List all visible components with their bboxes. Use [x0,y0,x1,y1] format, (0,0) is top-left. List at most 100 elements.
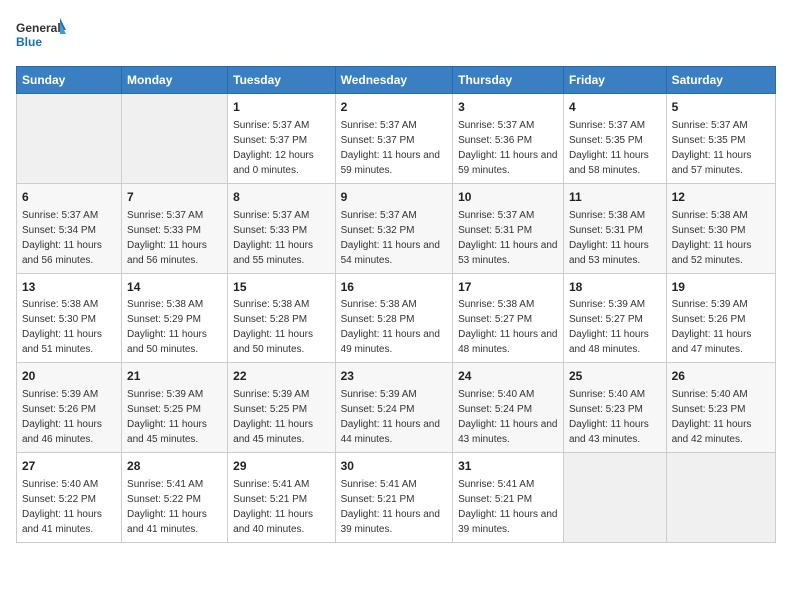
day-info: Sunrise: 5:37 AMSunset: 5:34 PMDaylight:… [22,208,116,268]
calendar-cell: 23 Sunrise: 5:39 AMSunset: 5:24 PMDayligh… [335,363,453,453]
calendar-cell: 15Sunrise: 5:38 AMSunset: 5:28 PMDayligh… [228,273,335,363]
day-number: 8 [233,189,329,206]
day-info: Sunrise: 5:37 AMSunset: 5:33 PMDaylight:… [233,208,329,268]
day-header-thursday: Thursday [453,67,564,94]
day-number: 16 [341,279,448,296]
day-number: 18 [569,279,661,296]
day-number: 4 [569,99,661,116]
day-header-friday: Friday [563,67,666,94]
calendar-cell: 26 Sunrise: 5:40 AMSunset: 5:23 PMDayligh… [666,363,775,453]
day-info: Sunrise: 5:40 AMSunset: 5:23 PMDaylight:… [672,387,770,447]
page-container: General Blue SundayMondayTuesdayWednesda… [0,0,792,553]
calendar-cell: 14Sunrise: 5:38 AMSunset: 5:29 PMDayligh… [122,273,228,363]
day-info: Sunrise: 5:38 AMSunset: 5:28 PMDaylight:… [341,297,448,357]
calendar-table: SundayMondayTuesdayWednesdayThursdayFrid… [16,66,776,543]
calendar-cell: 31 Sunrise: 5:41 AMSunset: 5:21 PMDayligh… [453,453,564,543]
day-number: 9 [341,189,448,206]
calendar-cell: 30 Sunrise: 5:41 AMSunset: 5:21 PMDayligh… [335,453,453,543]
calendar-header-row: SundayMondayTuesdayWednesdayThursdayFrid… [17,67,776,94]
day-info: Sunrise: 5:38 AMSunset: 5:29 PMDaylight:… [127,297,222,357]
day-header-wednesday: Wednesday [335,67,453,94]
day-info: Sunrise: 5:39 AMSunset: 5:25 PMDaylight:… [127,387,222,447]
calendar-cell: 9 Sunrise: 5:37 AMSunset: 5:32 PMDaylight… [335,183,453,273]
calendar-cell [563,453,666,543]
day-number: 22 [233,368,329,385]
calendar-cell: 10 Sunrise: 5:37 AMSunset: 5:31 PMDayligh… [453,183,564,273]
day-info: Sunrise: 5:39 AMSunset: 5:25 PMDaylight:… [233,387,329,447]
day-info: Sunrise: 5:38 AMSunset: 5:30 PMDaylight:… [22,297,116,357]
svg-text:Blue: Blue [16,35,42,49]
day-number: 15 [233,279,329,296]
week-row-1: 1 Sunrise: 5:37 AMSunset: 5:37 PMDaylight… [17,94,776,184]
calendar-cell: 8 Sunrise: 5:37 AMSunset: 5:33 PMDaylight… [228,183,335,273]
day-info: Sunrise: 5:37 AMSunset: 5:37 PMDaylight:… [233,118,329,178]
calendar-cell: 11Sunrise: 5:38 AMSunset: 5:31 PMDayligh… [563,183,666,273]
day-number: 30 [341,458,448,475]
calendar-cell: 27Sunrise: 5:40 AMSunset: 5:22 PMDayligh… [17,453,122,543]
day-info: Sunrise: 5:39 AMSunset: 5:26 PMDaylight:… [22,387,116,447]
calendar-cell: 4Sunrise: 5:37 AMSunset: 5:35 PMDaylight… [563,94,666,184]
day-info: Sunrise: 5:41 AMSunset: 5:22 PMDaylight:… [127,477,222,537]
day-number: 25 [569,368,661,385]
day-info: Sunrise: 5:37 AMSunset: 5:35 PMDaylight:… [672,118,770,178]
day-info: Sunrise: 5:39 AMSunset: 5:24 PMDaylight:… [341,387,448,447]
week-row-5: 27Sunrise: 5:40 AMSunset: 5:22 PMDayligh… [17,453,776,543]
day-number: 17 [458,279,558,296]
day-info: Sunrise: 5:40 AMSunset: 5:22 PMDaylight:… [22,477,116,537]
day-number: 1 [233,99,329,116]
day-number: 7 [127,189,222,206]
day-header-saturday: Saturday [666,67,775,94]
day-info: Sunrise: 5:37 AMSunset: 5:33 PMDaylight:… [127,208,222,268]
calendar-cell [666,453,775,543]
calendar-cell: 21 Sunrise: 5:39 AMSunset: 5:25 PMDayligh… [122,363,228,453]
day-info: Sunrise: 5:41 AMSunset: 5:21 PMDaylight:… [233,477,329,537]
logo: General Blue [16,16,66,54]
day-info: Sunrise: 5:38 AMSunset: 5:27 PMDaylight:… [458,297,558,357]
day-number: 31 [458,458,558,475]
day-info: Sunrise: 5:37 AMSunset: 5:36 PMDaylight:… [458,118,558,178]
day-header-monday: Monday [122,67,228,94]
week-row-3: 13Sunrise: 5:38 AMSunset: 5:30 PMDayligh… [17,273,776,363]
day-number: 20 [22,368,116,385]
day-info: Sunrise: 5:37 AMSunset: 5:31 PMDaylight:… [458,208,558,268]
calendar-cell: 28Sunrise: 5:41 AMSunset: 5:22 PMDayligh… [122,453,228,543]
calendar-cell [122,94,228,184]
day-number: 13 [22,279,116,296]
day-number: 21 [127,368,222,385]
calendar-cell: 29 Sunrise: 5:41 AMSunset: 5:21 PMDayligh… [228,453,335,543]
day-number: 29 [233,458,329,475]
day-number: 23 [341,368,448,385]
day-info: Sunrise: 5:40 AMSunset: 5:23 PMDaylight:… [569,387,661,447]
day-number: 24 [458,368,558,385]
calendar-cell: 22 Sunrise: 5:39 AMSunset: 5:25 PMDayligh… [228,363,335,453]
day-info: Sunrise: 5:38 AMSunset: 5:31 PMDaylight:… [569,208,661,268]
calendar-cell: 1 Sunrise: 5:37 AMSunset: 5:37 PMDaylight… [228,94,335,184]
header: General Blue [16,16,776,54]
day-info: Sunrise: 5:40 AMSunset: 5:24 PMDaylight:… [458,387,558,447]
day-info: Sunrise: 5:38 AMSunset: 5:28 PMDaylight:… [233,297,329,357]
day-number: 19 [672,279,770,296]
day-info: Sunrise: 5:39 AMSunset: 5:26 PMDaylight:… [672,297,770,357]
calendar-cell: 17Sunrise: 5:38 AMSunset: 5:27 PMDayligh… [453,273,564,363]
calendar-cell: 25 Sunrise: 5:40 AMSunset: 5:23 PMDayligh… [563,363,666,453]
day-info: Sunrise: 5:37 AMSunset: 5:37 PMDaylight:… [341,118,448,178]
calendar-cell: 19Sunrise: 5:39 AMSunset: 5:26 PMDayligh… [666,273,775,363]
day-info: Sunrise: 5:39 AMSunset: 5:27 PMDaylight:… [569,297,661,357]
day-number: 26 [672,368,770,385]
day-number: 14 [127,279,222,296]
day-number: 5 [672,99,770,116]
calendar-cell [17,94,122,184]
day-number: 10 [458,189,558,206]
day-info: Sunrise: 5:37 AMSunset: 5:32 PMDaylight:… [341,208,448,268]
logo-svg: General Blue [16,16,66,54]
day-number: 12 [672,189,770,206]
calendar-cell: 16Sunrise: 5:38 AMSunset: 5:28 PMDayligh… [335,273,453,363]
day-info: Sunrise: 5:41 AMSunset: 5:21 PMDaylight:… [458,477,558,537]
calendar-cell: 3 Sunrise: 5:37 AMSunset: 5:36 PMDaylight… [453,94,564,184]
day-info: Sunrise: 5:41 AMSunset: 5:21 PMDaylight:… [341,477,448,537]
day-header-sunday: Sunday [17,67,122,94]
week-row-4: 20 Sunrise: 5:39 AMSunset: 5:26 PMDayligh… [17,363,776,453]
day-number: 3 [458,99,558,116]
calendar-cell: 5 Sunrise: 5:37 AMSunset: 5:35 PMDaylight… [666,94,775,184]
calendar-cell: 2Sunrise: 5:37 AMSunset: 5:37 PMDaylight… [335,94,453,184]
